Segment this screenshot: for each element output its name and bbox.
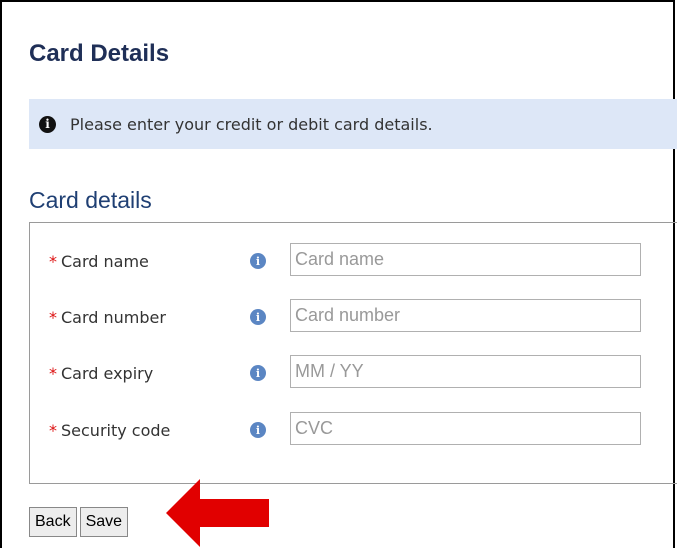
info-banner: i Please enter your credit or debit card… [29, 99, 677, 149]
red-arrow-icon [166, 479, 269, 547]
card-number-info-icon[interactable]: i [250, 309, 266, 325]
security-code-input[interactable] [290, 412, 641, 445]
required-marker: * [49, 364, 57, 383]
card-number-input[interactable] [290, 299, 641, 332]
card-number-label: * Card number [49, 308, 166, 327]
card-name-info-icon[interactable]: i [250, 253, 266, 269]
card-number-label-text: Card number [61, 308, 166, 327]
back-button[interactable]: Back [29, 507, 77, 537]
card-expiry-row: * Card expiry i [30, 355, 670, 391]
security-code-row: * Security code i [30, 412, 670, 448]
card-expiry-label: * Card expiry [49, 364, 153, 383]
card-name-row: * Card name i [30, 243, 670, 279]
info-icon: i [39, 115, 56, 133]
card-expiry-label-text: Card expiry [61, 364, 154, 383]
info-banner-text: Please enter your credit or debit card d… [70, 114, 433, 134]
card-expiry-input[interactable] [290, 355, 641, 388]
card-name-label-text: Card name [61, 252, 149, 271]
required-marker: * [49, 252, 57, 271]
card-details-fieldset: *Card name i *Card number i *Card expiry… [29, 222, 677, 484]
card-name-label: * Card name [49, 252, 149, 271]
form-buttons: Back Save [29, 507, 129, 537]
required-marker: * [49, 421, 57, 440]
card-number-row: * Card number i [30, 299, 670, 335]
page-title: Card Details [29, 40, 170, 67]
card-expiry-info-icon[interactable]: i [250, 365, 266, 381]
security-code-label: * Security code [49, 421, 170, 440]
required-marker: * [49, 308, 57, 327]
save-button[interactable]: Save [79, 507, 129, 537]
security-code-label-text: Security code [61, 421, 171, 440]
card-name-input[interactable] [290, 243, 641, 276]
section-title: Card details [29, 187, 152, 213]
security-code-info-icon[interactable]: i [250, 422, 266, 438]
